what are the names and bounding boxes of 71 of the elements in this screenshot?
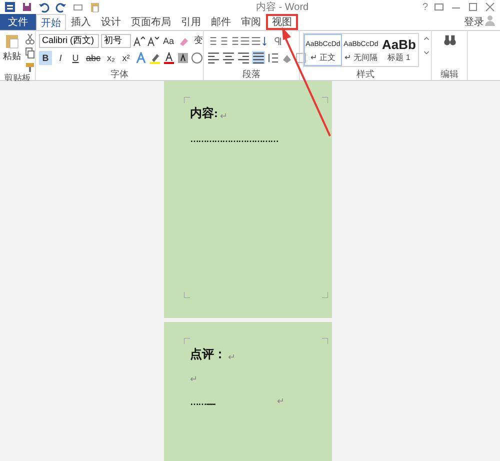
crop-mark-icon — [184, 338, 190, 344]
crop-mark-icon — [322, 292, 328, 298]
align-icon[interactable] — [222, 51, 235, 64]
help-button[interactable]: ? — [422, 2, 428, 12]
clipboard-icon — [5, 33, 19, 49]
enclose-character-icon[interactable] — [190, 52, 203, 64]
heading-text: 点评： — [190, 346, 226, 363]
app-icon — [4, 1, 16, 13]
file-tab[interactable]: 文件 — [0, 14, 36, 30]
paragraph-mark: ↵ — [190, 374, 198, 385]
style-item[interactable]: AaBb 标题 1 — [380, 34, 418, 66]
character-shading-icon[interactable] — [176, 52, 189, 64]
window-title: 内容 - Word — [256, 0, 310, 14]
editing-button[interactable]: 编辑 — [435, 69, 464, 80]
shrink-font-icon[interactable] — [147, 34, 159, 46]
group-label: 样式 — [356, 69, 376, 80]
font-color-icon[interactable] — [162, 52, 175, 64]
text-effects-icon[interactable] — [134, 52, 147, 64]
increase-indent-icon[interactable] — [251, 36, 261, 46]
format-button[interactable]: B — [39, 50, 52, 64]
ribbon-tab[interactable]: 引用 — [176, 14, 206, 30]
ribbon-tab[interactable]: 视图 — [266, 14, 298, 30]
align-icon[interactable] — [237, 51, 250, 64]
format-button[interactable]: I — [54, 50, 67, 64]
ribbon-tab[interactable]: 邮件 — [206, 14, 236, 30]
highlighter-icon[interactable] — [148, 52, 161, 64]
ribbon-display-icon[interactable] — [433, 1, 445, 13]
format-button[interactable]: x² — [120, 50, 133, 64]
crop-mark-icon — [184, 292, 190, 298]
paste-button[interactable]: 粘贴 — [3, 33, 21, 73]
redo-icon[interactable] — [55, 1, 67, 13]
copy-icon[interactable] — [24, 47, 36, 59]
ribbon-tab[interactable]: 页面布局 — [126, 14, 176, 30]
clipboard-icon[interactable] — [89, 1, 101, 13]
crop-mark-icon — [322, 97, 328, 103]
grow-font-icon[interactable] — [133, 34, 145, 46]
borders-icon[interactable] — [295, 52, 307, 64]
ribbon-tab[interactable]: 设计 — [96, 14, 126, 30]
maximize-icon[interactable] — [467, 1, 479, 13]
group-label: 字体 — [110, 69, 130, 80]
heading-text: 内容: — [190, 105, 218, 122]
undo-icon[interactable] — [38, 1, 50, 13]
crop-mark-icon — [322, 338, 328, 344]
paragraph-mark: ↵ — [220, 111, 228, 122]
align-icon[interactable] — [252, 51, 265, 64]
ellipsis-text: …………………………… — [190, 134, 278, 144]
close-icon[interactable] — [484, 1, 496, 13]
save-icon[interactable] — [21, 1, 33, 13]
decrease-indent-icon[interactable] — [240, 36, 250, 46]
cut-icon[interactable] — [24, 33, 36, 45]
ribbon-tab[interactable]: 插入 — [66, 14, 96, 30]
font-name-select[interactable]: Calibri (西文) — [39, 34, 99, 48]
phonetic-guide-button[interactable]: 变 — [192, 34, 206, 48]
crop-mark-icon — [184, 97, 190, 103]
change-case-button[interactable]: Aa — [161, 34, 176, 48]
ellipsis-text: ……...... — [190, 397, 216, 407]
line-spacing-icon[interactable] — [267, 52, 279, 64]
paragraph-mark-icon[interactable] — [273, 36, 283, 46]
format-button[interactable]: x₂ — [104, 50, 118, 64]
ribbon-tab[interactable]: 审阅 — [236, 14, 266, 30]
paragraph-mark: ↵ — [277, 396, 285, 407]
ribbon-tab[interactable]: 开始 — [36, 14, 66, 30]
format-painter-icon[interactable] — [24, 61, 36, 73]
sign-in-link[interactable]: 登录 — [464, 15, 484, 29]
group-label: 段落 — [242, 69, 262, 80]
binoculars-icon — [442, 33, 456, 47]
format-button[interactable]: abc — [84, 50, 103, 64]
font-size-select[interactable]: 初号 — [101, 34, 131, 48]
format-button[interactable]: U — [69, 50, 82, 64]
align-icon[interactable] — [207, 51, 220, 64]
paragraph-mark: ↵ — [228, 352, 236, 363]
